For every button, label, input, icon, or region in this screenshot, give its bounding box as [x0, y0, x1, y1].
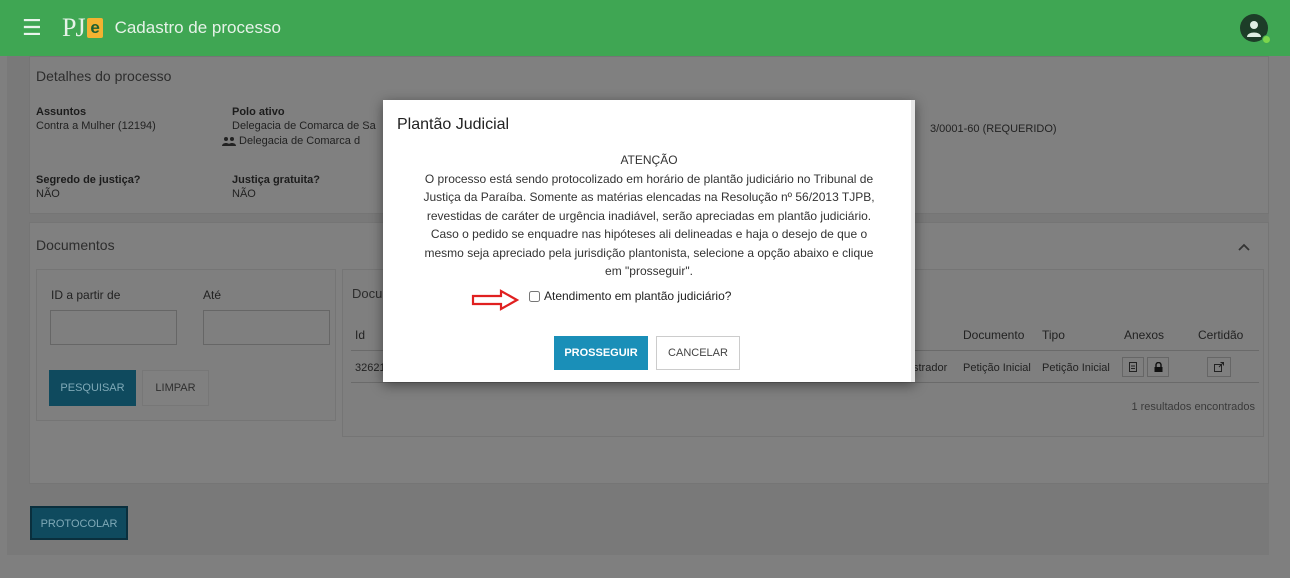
col-id: Id [355, 328, 366, 342]
row-documento: Petição Inicial [963, 362, 1031, 374]
cancel-button[interactable]: CANCELAR [656, 336, 740, 370]
dialog-message: ATENÇÃO O processo está sendo protocoliz… [403, 151, 895, 281]
users-icon [222, 137, 236, 146]
dialog-title: Plantão Judicial [397, 116, 510, 133]
assuntos-label: Assuntos [36, 106, 87, 118]
segredo-label: Segredo de justiça? [36, 174, 141, 186]
id-from-input[interactable] [50, 310, 177, 345]
assuntos-value: Contra a Mulher (12194) [36, 120, 156, 132]
filter-panel: ID a partir de Até PESQUISAR LIMPAR [36, 269, 336, 421]
lock-icon [1154, 362, 1162, 372]
documents-title: Documentos [36, 237, 115, 253]
message-line: Justiça da Paraíba. Somente as matérias … [423, 190, 875, 204]
polo-ativo-label: Polo ativo [232, 106, 285, 118]
row-tipo: Petição Inicial [1042, 362, 1110, 374]
clear-button[interactable]: LIMPAR [142, 370, 209, 406]
online-status-dot [1262, 35, 1271, 44]
plantao-checkbox-row[interactable]: Atendimento em plantão judiciário? [529, 289, 731, 303]
protocolar-button[interactable]: PROTOCOLAR [30, 506, 128, 540]
document-list-title: Docu [352, 286, 383, 301]
result-count: 1 resultados encontrados [1131, 401, 1255, 413]
message-line: mesmo seja apreciado pela jurisdição pla… [424, 245, 874, 260]
certidao-button[interactable] [1207, 357, 1231, 377]
page-title: Cadastro de processo [114, 18, 281, 37]
view-attachment-button[interactable] [1122, 357, 1144, 377]
col-tipo: Tipo [1042, 328, 1065, 342]
row-author: strador [913, 362, 948, 374]
user-icon [1247, 20, 1261, 37]
chevron-up-icon[interactable] [1238, 243, 1250, 251]
logo-letter: e [86, 18, 103, 38]
hamburger-icon[interactable]: ☰ [22, 17, 44, 39]
gratuita-value: NÃO [232, 188, 256, 200]
pje-logo[interactable]: PJ e [62, 13, 103, 43]
plantao-dialog: Plantão Judicial ATENÇÃO O processo está… [383, 100, 915, 382]
user-avatar[interactable] [1240, 14, 1271, 44]
lock-button[interactable] [1147, 357, 1169, 377]
external-edit-icon [1214, 362, 1224, 372]
row-id[interactable]: 32621 [355, 362, 386, 374]
proceed-button[interactable]: PROSSEGUIR [554, 336, 648, 370]
plantao-checkbox[interactable] [529, 290, 540, 302]
details-title: Detalhes do processo [36, 68, 172, 84]
polo-passivo-value: 3/0001-60 (REQUERIDO) [930, 123, 1057, 135]
col-certidao: Certidão [1198, 328, 1244, 342]
red-arrow-icon [471, 289, 520, 311]
until-input[interactable] [203, 310, 330, 345]
dialog-scrollbar[interactable] [911, 100, 915, 382]
message-line: revestidas de caráter de urgência inadiá… [426, 208, 872, 223]
message-line: Caso o pedido se enquadre nas hipóteses … [430, 227, 868, 241]
until-label: Até [203, 288, 222, 302]
message-line: em "prosseguir". [605, 264, 693, 278]
search-button[interactable]: PESQUISAR [49, 370, 136, 406]
plantao-checkbox-label[interactable]: Atendimento em plantão judiciário? [544, 289, 731, 303]
col-documento: Documento [963, 328, 1025, 342]
row-divider [351, 382, 1259, 383]
message-line: O processo está sendo protocolizado em h… [424, 171, 874, 186]
attention-text: ATENÇÃO [620, 153, 678, 167]
col-anexos: Anexos [1124, 328, 1165, 342]
polo-ativo-value: Delegacia de Comarca de Sa [232, 120, 376, 132]
gratuita-label: Justiça gratuita? [232, 174, 321, 186]
segredo-value: NÃO [36, 188, 60, 200]
logo-text: PJ [62, 13, 86, 42]
document-icon [1129, 362, 1137, 372]
polo-ativo-sub[interactable]: Delegacia de Comarca d [239, 135, 360, 147]
id-from-label: ID a partir de [51, 288, 121, 302]
top-bar: ☰ PJ e Cadastro de processo [0, 0, 1290, 56]
polo-ativo-party: Delegacia de Comarca d [222, 135, 360, 147]
